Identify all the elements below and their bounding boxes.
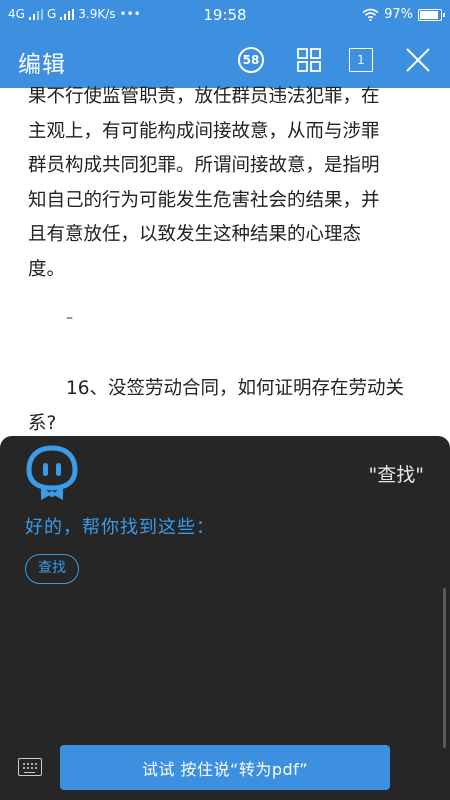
hold-to-talk-button[interactable]: 试试 按住说“转为pdf” [60,745,390,790]
keyboard-spacebar [24,771,35,773]
status-bar: 4G G 3.9K/s ••• 19:58 97% [0,0,450,32]
scrollbar[interactable] [443,588,446,748]
keyboard-keys [22,762,38,771]
page-count-icon[interactable]: 1 [349,48,373,72]
document-paragraph: 果不行使监管职责，放任群员违法犯罪，在 主观上，有可能构成间接故意，从而与涉罪 … [28,80,428,287]
battery-percent: 97% [384,7,413,22]
assistant-reply: 好的，帮你找到这些： [25,517,215,538]
voice-assistant-panel: "查找" 好的，帮你找到这些： 查找 试试 按住说“转为pdf” [0,436,450,800]
recognized-query: "查找" [368,464,424,486]
grid-icon[interactable] [295,46,323,74]
document-question: 16、没签劳动合同，如何证明存在劳动关系? [28,378,405,434]
document-line: 度。 [28,258,66,280]
status-right: 97% [362,7,445,22]
page-title: 编辑 [18,52,66,78]
keyboard-icon[interactable] [18,758,42,776]
close-icon[interactable] [404,46,432,74]
result-chip-find[interactable]: 查找 [25,554,79,584]
document-line: 知自己的行为可能发生危害社会的结果，并 [28,189,380,211]
assistant-avatar-icon [26,445,78,500]
battery-fill [420,10,439,19]
wifi-icon [362,8,379,21]
document-line: 群员构成共同犯罪。所谓间接故意，是指明 [28,155,380,176]
document-line: 果不行使监管职责，放任群员违法犯罪，在 [28,86,380,107]
document-line: 主观上，有可能构成间接故意，从而与涉罪 [28,120,380,142]
battery-icon [418,8,445,21]
58-badge-icon[interactable]: 58 [238,47,264,73]
document-line: 且有意放任，以致发生这种结果的心理态 [28,224,362,245]
separator-dash: – [66,310,73,326]
